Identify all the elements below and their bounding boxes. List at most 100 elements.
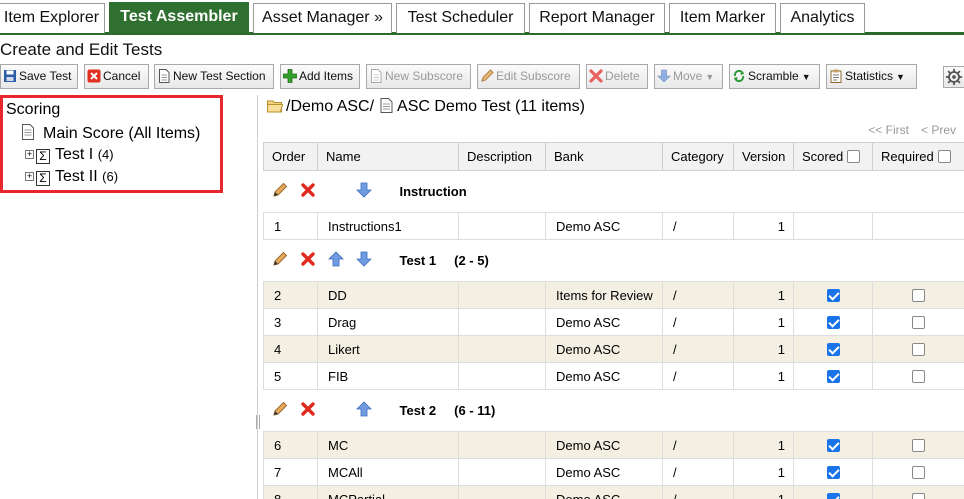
arrow-down-icon[interactable] [355,251,372,267]
cell-version: 1 [733,308,794,336]
subscore-count: (6) [102,169,119,184]
cell-name: DD [317,281,459,309]
gear-icon [945,68,963,86]
scored-checkbox[interactable] [826,438,840,452]
cell-required [872,362,964,390]
subscore-node-test-i[interactable]: + Σ Test I (4) [25,146,114,164]
pencil-icon[interactable] [272,182,288,198]
statistics-label: Statistics [845,69,894,83]
scored-checkbox[interactable] [826,288,840,302]
column-header-description[interactable]: Description [458,142,546,171]
arrow-up-icon[interactable] [327,251,344,267]
required-checkbox[interactable] [912,465,925,479]
arrow-up-icon[interactable] [355,401,372,417]
add-items-label: Add Items [299,69,354,83]
cell-order: 5 [263,362,318,390]
cell-order: 4 [263,335,318,363]
scored-checkbox[interactable] [826,342,840,356]
scored-select-all-checkbox[interactable] [847,150,861,163]
section-row: Test 1 (2 - 5) [263,239,964,282]
table-row[interactable]: 4 Likert Demo ASC/1 [263,335,964,363]
delete-button[interactable]: Delete [586,64,648,89]
section-actions [272,251,400,270]
cell-required [872,335,964,363]
document-icon [380,98,393,113]
new-test-section-button[interactable]: New Test Section [154,64,274,89]
pencil-icon[interactable] [272,401,288,417]
column-header-version[interactable]: Version [733,142,794,171]
tab-test-scheduler[interactable]: Test Scheduler [396,3,525,33]
cell-category: / [662,431,734,459]
main-score-node[interactable]: Main Score (All Items) [21,124,200,143]
subscore-label: Test I [55,146,94,163]
cell-description [458,281,546,309]
edit-subscore-button[interactable]: Edit Subscore [477,64,580,89]
required-select-all-checkbox[interactable] [937,150,951,163]
section-range: (2 - 5) [454,253,489,268]
tab-item-marker[interactable]: Item Marker [669,3,776,33]
scramble-dropdown[interactable]: Scramble ▼ [729,64,820,89]
table-row[interactable]: 3 Drag Demo ASC/1 [263,308,964,336]
table-row[interactable]: 2 DD Items for Review/1 [263,281,964,309]
required-header-label: Required [881,149,934,164]
cell-category: / [662,212,734,240]
pencil-icon[interactable] [272,251,288,267]
cancel-button[interactable]: Cancel [84,64,149,89]
expand-icon[interactable]: + [25,150,34,159]
delete-x-icon[interactable] [300,182,316,198]
section-actions [272,401,400,420]
scored-checkbox[interactable] [826,315,840,329]
expand-icon[interactable]: + [25,172,34,181]
cell-scored [793,431,873,459]
tab-report-manager[interactable]: Report Manager [529,3,665,33]
tab-item-explorer[interactable]: Item Explorer [0,3,105,33]
cell-name: Instructions1 [317,212,459,240]
chevron-down-icon: ▼ [896,72,905,82]
section-name: Test 1 [399,253,437,268]
folder-path[interactable]: /Demo ASC/ [286,98,374,115]
scored-checkbox[interactable] [826,465,840,479]
statistics-dropdown[interactable]: Statistics ▼ [826,64,917,89]
cell-order: 7 [263,458,318,486]
required-checkbox[interactable] [912,438,925,452]
column-header-bank[interactable]: Bank [545,142,663,171]
required-checkbox[interactable] [912,342,925,356]
column-header-order[interactable]: Order [263,142,318,171]
clipboard-icon [830,69,842,83]
required-checkbox[interactable] [912,492,925,499]
add-items-button[interactable]: Add Items [280,64,360,89]
save-test-button[interactable]: Save Test [0,64,78,89]
scoring-title: Scoring [6,101,61,118]
settings-button[interactable] [943,66,964,88]
table-row[interactable]: 5 FIB Demo ASC/1 [263,362,964,390]
required-checkbox[interactable] [912,288,925,302]
pager-prev-link[interactable]: < Prev [921,123,956,137]
new-subscore-button[interactable]: New Subscore [366,64,471,89]
tab-asset-manager[interactable]: Asset Manager » [253,3,392,33]
delete-x-icon[interactable] [300,251,316,267]
column-header-category[interactable]: Category [662,142,734,171]
table-row[interactable]: 7 MCAll Demo ASC/1 [263,458,964,486]
table-row[interactable]: 6 MC Demo ASC/1 [263,431,964,459]
arrow-down-icon[interactable] [355,182,372,198]
panel-splitter-handle[interactable] [256,415,260,429]
table-row[interactable]: 1 Instructions1 Demo ASC/1 [263,212,964,240]
cell-version: 1 [733,281,794,309]
column-header-name[interactable]: Name [317,142,459,171]
required-checkbox[interactable] [912,315,925,329]
required-checkbox[interactable] [912,369,925,383]
section-cell: Instruction [263,170,964,213]
scored-checkbox[interactable] [826,492,840,499]
move-dropdown[interactable]: Move ▼ [654,64,723,89]
cell-name: Likert [317,335,459,363]
subscore-node-test-ii[interactable]: + Σ Test II (6) [25,168,118,186]
test-items-panel: /Demo ASC/ASC Demo Test (11 items) << Fi… [263,95,964,499]
pager-first-link[interactable]: << First [868,123,909,137]
cell-scored [793,485,873,499]
tab-analytics[interactable]: Analytics [780,3,865,33]
scored-checkbox[interactable] [826,369,840,383]
cell-scored [793,458,873,486]
delete-x-icon[interactable] [300,401,316,417]
tab-test-assembler[interactable]: Test Assembler [109,2,249,33]
table-row[interactable]: 8 MCPartial Demo ASC/1 [263,485,964,499]
